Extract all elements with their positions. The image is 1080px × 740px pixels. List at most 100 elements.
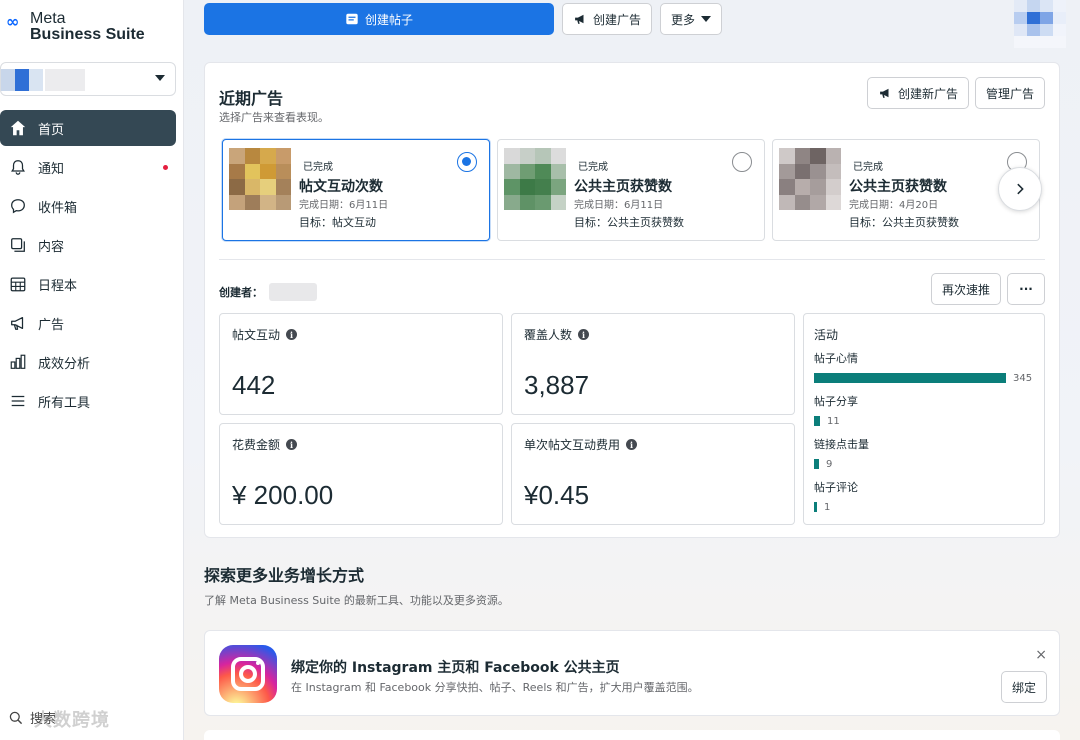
- info-icon[interactable]: i: [626, 439, 638, 450]
- metric-value: ¥0.45: [524, 480, 590, 510]
- top-toolbar: 创建帖子 创建广告 更多: [204, 3, 723, 35]
- ad-name: 公共主页获赞数: [849, 179, 947, 195]
- sidebar-item-ads[interactable]: 广告: [0, 305, 176, 341]
- metric-value: 442: [232, 370, 276, 400]
- recent-ads-title: 近期广告: [219, 89, 284, 108]
- account-avatar-pixel: [15, 69, 29, 91]
- sidebar-item-inbox[interactable]: 收件箱: [0, 188, 176, 224]
- sidebar-item-planner[interactable]: 日程本: [0, 266, 176, 302]
- create-new-ad-button[interactable]: 创建新广告: [866, 77, 969, 109]
- manage-ads-button[interactable]: 管理广告: [974, 77, 1045, 109]
- metric-label-text: 覆盖人数: [524, 328, 573, 342]
- activity-bar: [814, 373, 1006, 383]
- ad-thumbnail: [504, 148, 566, 210]
- activity-label: 帖子心情: [814, 352, 858, 365]
- activity-title: 活动: [814, 328, 839, 342]
- info-icon[interactable]: i: [578, 329, 590, 340]
- ad-status: 已完成: [853, 162, 883, 173]
- metric-label-text: 花费金额: [232, 438, 281, 452]
- sidebar-item-label: 广告: [38, 317, 65, 333]
- carousel-next-button[interactable]: [998, 167, 1042, 211]
- activity-value: 9: [826, 458, 833, 470]
- bind-button[interactable]: 绑定: [1000, 671, 1047, 703]
- more-dropdown-button[interactable]: 更多: [660, 3, 723, 35]
- bell-icon: [8, 157, 28, 177]
- metric-cost-per-engagement: 单次帖文互动费用 i ¥0.45: [511, 423, 795, 525]
- sidebar-item-content[interactable]: 内容: [0, 227, 176, 263]
- more-dots-icon: ···: [1019, 282, 1033, 296]
- explore-title: 探索更多业务增长方式: [204, 566, 365, 585]
- sidebar-item-home[interactable]: 首页: [0, 110, 176, 146]
- sidebar-item-label: 内容: [38, 239, 65, 255]
- next-card-edge: [204, 730, 1060, 740]
- ad-goal: 目标：公共主页获赞数: [574, 216, 684, 229]
- manage-ads-label: 管理广告: [985, 86, 1034, 101]
- creator-info: 创建者：: [219, 283, 317, 301]
- post-icon: [345, 12, 359, 26]
- menu-icon: [8, 391, 28, 411]
- ad-goal: 目标：帖文互动: [299, 216, 376, 229]
- content-icon: [8, 235, 28, 255]
- create-ad-label: 创建广告: [593, 12, 642, 27]
- info-icon[interactable]: i: [286, 329, 298, 340]
- meta-business-suite-logo[interactable]: ∞ Meta Business Suite: [6, 10, 156, 46]
- sidebar-item-all-tools[interactable]: 所有工具: [0, 383, 176, 419]
- activity-label: 帖子评论: [814, 481, 858, 494]
- sidebar-item-label: 所有工具: [38, 395, 91, 411]
- sidebar-item-insights[interactable]: 成效分析: [0, 344, 176, 380]
- sidebar-item-notifications[interactable]: 通知: [0, 149, 176, 185]
- notification-badge: [163, 165, 168, 170]
- chevron-right-icon: [1013, 182, 1027, 196]
- meta-infinity-icon: ∞: [6, 12, 20, 31]
- more-options-button[interactable]: ···: [1007, 273, 1045, 305]
- metric-label-text: 单次帖文互动费用: [524, 438, 621, 452]
- activity-value: 11: [827, 415, 840, 427]
- ad-card[interactable]: 已完成 帖文互动次数 完成日期：6月11日 目标：帖文互动: [222, 139, 490, 241]
- create-post-label: 创建帖子: [364, 12, 413, 27]
- info-icon[interactable]: i: [286, 439, 298, 450]
- activity-label: 帖子分享: [814, 395, 858, 408]
- recent-ads-subtitle: 选择广告来查看表现。: [219, 111, 329, 124]
- activity-row: 帖子心情 345: [814, 350, 1038, 385]
- activity-bar-wrap: 9: [814, 457, 1038, 471]
- boost-again-button[interactable]: 再次速推: [930, 273, 1001, 305]
- metric-amount-spent: 花费金额 i ¥ 200.00: [219, 423, 503, 525]
- sidebar-nav: 首页 通知 收件箱 内容 日程本 广告 成效分析 所有工具: [0, 110, 184, 422]
- metric-label: 帖文互动 i: [232, 326, 298, 343]
- activity-bar: [814, 502, 817, 512]
- ad-status: 已完成: [578, 162, 608, 173]
- caret-down-icon: [155, 75, 165, 81]
- divider: [219, 259, 1045, 260]
- account-name-blur: [45, 69, 85, 91]
- metric-label-text: 帖文互动: [232, 328, 281, 342]
- ad-status: 已完成: [303, 162, 333, 173]
- sidebar: ∞ Meta Business Suite 首页 通知 收件箱 内容 日程本 广…: [0, 0, 184, 740]
- create-post-button[interactable]: 创建帖子: [204, 3, 554, 35]
- logo-text-business-suite: Business Suite: [30, 26, 145, 43]
- activity-value: 1: [824, 501, 831, 513]
- ad-radio[interactable]: [732, 152, 752, 172]
- ad-radio-selected[interactable]: [457, 152, 477, 172]
- megaphone-icon: [573, 12, 587, 26]
- metric-label: 覆盖人数 i: [524, 326, 590, 343]
- activity-row: 帖子评论 1: [814, 479, 1038, 514]
- bind-label: 绑定: [1011, 680, 1036, 695]
- account-switcher[interactable]: [0, 62, 176, 96]
- activity-bar-wrap: 11: [814, 414, 1038, 428]
- explore-subtitle: 了解 Meta Business Suite 的最新工具、功能以及更多资源。: [204, 594, 509, 607]
- metric-label: 花费金额 i: [232, 436, 298, 453]
- instagram-card-title: 绑定你的 Instagram 主页和 Facebook 公共主页: [291, 660, 620, 676]
- ad-date: 完成日期：4月20日: [849, 200, 939, 211]
- ad-card[interactable]: 已完成 公共主页获赞数 完成日期：6月11日 目标：公共主页获赞数: [497, 139, 765, 241]
- metric-post-engagement: 帖文互动 i 442: [219, 313, 503, 415]
- create-ad-button[interactable]: 创建广告: [562, 3, 653, 35]
- recent-ads-card: 近期广告 选择广告来查看表现。 创建新广告 管理广告 已完成 帖文互动次数 完成…: [204, 62, 1060, 538]
- caret-down-icon: [701, 16, 712, 22]
- ad-goal: 目标：公共主页获赞数: [849, 216, 959, 229]
- activity-bar: [814, 416, 820, 426]
- sidebar-item-label: 成效分析: [38, 356, 91, 372]
- ads-carousel: 已完成 帖文互动次数 完成日期：6月11日 目标：帖文互动 已完成 公共主页获赞…: [222, 139, 1042, 241]
- close-icon[interactable]: ×: [1035, 647, 1047, 663]
- profile-avatar[interactable]: [1014, 0, 1066, 48]
- ad-date: 完成日期：6月11日: [574, 200, 664, 211]
